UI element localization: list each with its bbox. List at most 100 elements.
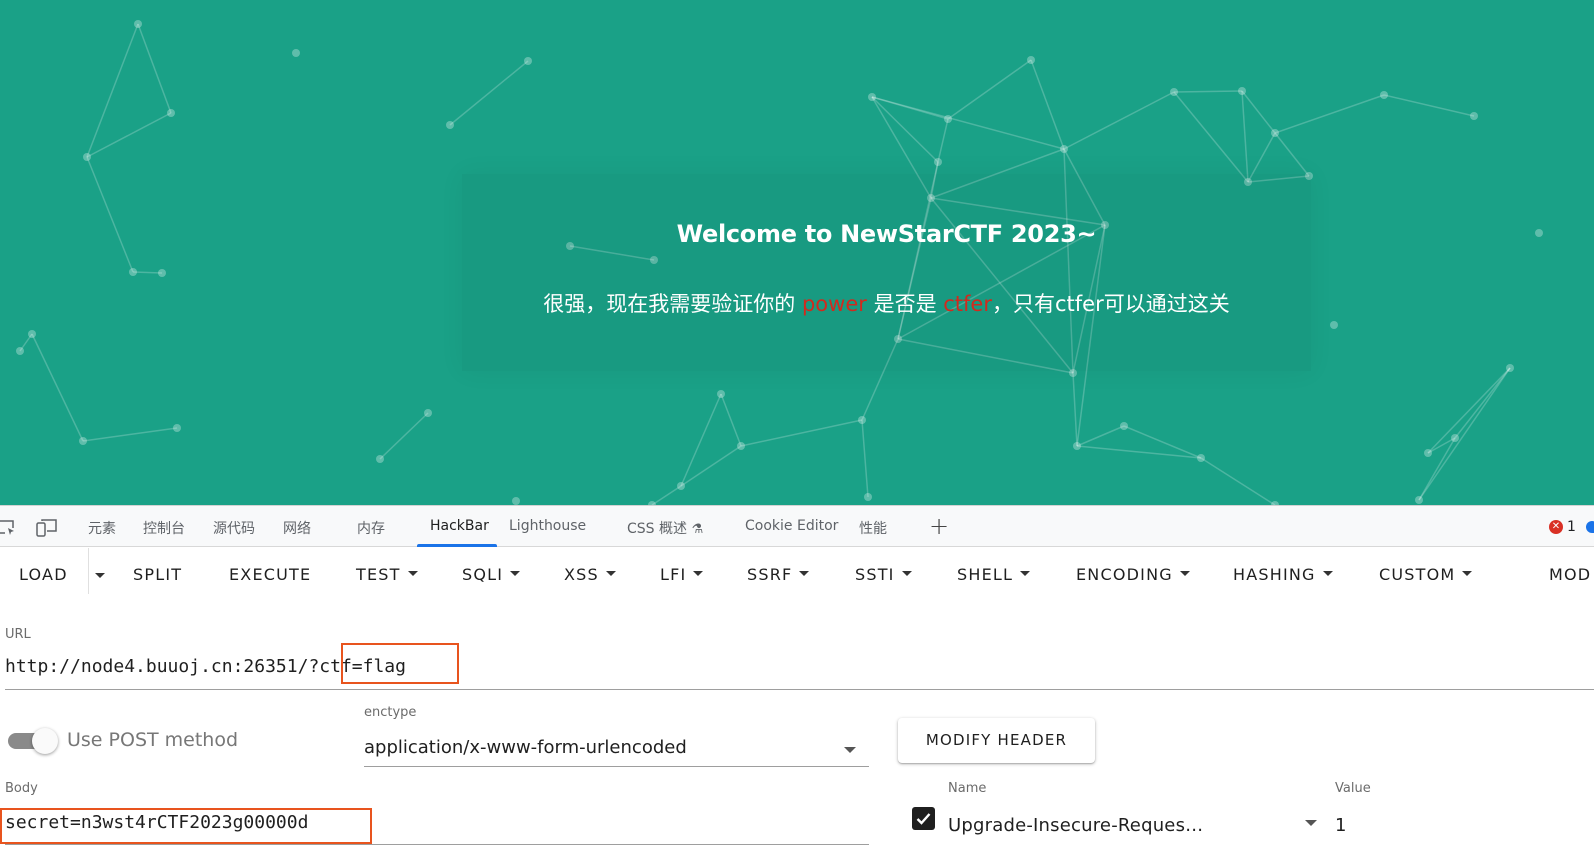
dropdown-caret-icon	[1305, 820, 1317, 826]
divider	[88, 548, 89, 594]
test-menu-button[interactable]: TEST	[356, 565, 418, 584]
caret-down-icon	[1462, 571, 1473, 576]
tab-lighthouse[interactable]: Lighthouse	[509, 518, 586, 534]
network-node	[524, 57, 532, 65]
header-value-input[interactable]: 1	[1335, 815, 1346, 836]
network-link	[1383, 94, 1475, 117]
enctype-underline	[364, 766, 869, 767]
active-tab-indicator	[417, 544, 497, 547]
toggle-thumb	[32, 728, 58, 754]
mode-menu-button[interactable]: MOD	[1549, 565, 1591, 584]
caret-down-icon	[901, 571, 912, 576]
welcome-title: Welcome to NewStarCTF 2023~	[676, 220, 1097, 248]
error-icon: ✕	[1549, 520, 1563, 534]
network-node	[868, 93, 876, 101]
split-button[interactable]: SPLIT	[133, 565, 182, 584]
network-node	[134, 20, 142, 28]
network-link	[651, 485, 682, 505]
caret-down-icon	[693, 571, 704, 576]
use-post-toggle[interactable]	[8, 726, 58, 756]
ctfer-highlight: ctfer	[943, 292, 992, 316]
tab-performance[interactable]: 性能	[859, 518, 887, 538]
add-tab-plus-icon[interactable]: +	[929, 512, 949, 540]
body-annotation-box	[0, 808, 372, 844]
network-node	[446, 121, 454, 129]
modify-header-button[interactable]: MODIFY HEADER	[898, 718, 1095, 763]
load-button[interactable]: LOAD	[19, 565, 68, 584]
shell-menu-button[interactable]: SHELL	[957, 565, 1031, 584]
network-node	[1424, 449, 1432, 457]
network-node	[512, 497, 520, 505]
tab-console[interactable]: 控制台	[143, 518, 185, 538]
network-link	[86, 112, 172, 158]
messages-icon[interactable]	[1586, 521, 1594, 533]
error-counter[interactable]: ✕ 1	[1549, 519, 1576, 535]
header-name-label: Name	[948, 781, 987, 796]
ssrf-label: SSRF	[747, 565, 793, 584]
network-node	[1073, 442, 1081, 450]
tab-network[interactable]: 网络	[283, 518, 311, 538]
network-node	[1470, 112, 1478, 120]
network-link	[449, 60, 529, 126]
tab-cookie-editor[interactable]: Cookie Editor	[745, 518, 838, 534]
custom-menu-button[interactable]: CUSTOM	[1379, 565, 1473, 584]
enctype-select[interactable]: application/x-www-form-urlencoded	[364, 735, 869, 767]
ssti-menu-button[interactable]: SSTI	[855, 565, 912, 584]
network-link	[720, 393, 742, 447]
caret-down-icon	[510, 571, 521, 576]
inspect-icon[interactable]	[0, 519, 17, 541]
header-enabled-checkbox[interactable]	[912, 807, 935, 830]
network-node	[1506, 364, 1514, 372]
encoding-menu-button[interactable]: ENCODING	[1076, 565, 1190, 584]
tab-sources[interactable]: 源代码	[213, 518, 255, 538]
network-node	[16, 347, 24, 355]
caret-down-icon	[605, 571, 616, 576]
sqli-label: SQLI	[462, 565, 504, 584]
network-node	[1415, 496, 1423, 504]
network-link	[1454, 367, 1511, 439]
caret-down-icon	[799, 571, 810, 576]
sqli-menu-button[interactable]: SQLI	[462, 565, 521, 584]
network-link	[82, 427, 178, 442]
network-link	[1076, 445, 1202, 459]
error-count: 1	[1567, 519, 1576, 535]
tab-hackbar[interactable]: HackBar	[430, 518, 489, 534]
lfi-label: LFI	[660, 565, 687, 584]
network-link	[1418, 367, 1511, 501]
tab-memory[interactable]: 内存	[357, 518, 385, 538]
hackbar-toolbar: LOAD SPLIT EXECUTE TEST SQLI XSS LFI SSR…	[0, 548, 1594, 602]
xss-menu-button[interactable]: XSS	[564, 565, 616, 584]
ssrf-menu-button[interactable]: SSRF	[747, 565, 810, 584]
welcome-message: 很强，现在我需要验证你的 power 是否是 ctfer，只有ctfer可以通过…	[462, 288, 1311, 318]
load-options-caret-icon[interactable]	[95, 573, 105, 578]
tab-css-overview[interactable]: CSS 概述 ⚗	[627, 518, 703, 538]
network-node	[83, 153, 91, 161]
network-node	[864, 493, 872, 501]
tab-elements[interactable]: 元素	[88, 518, 116, 538]
url-label: URL	[5, 627, 31, 642]
devtools-tab-strip: 元素 控制台 源代码 网络 内存 HackBar Lighthouse CSS …	[0, 505, 1594, 547]
network-link	[132, 271, 163, 274]
execute-button[interactable]: EXECUTE	[229, 565, 311, 584]
network-node	[79, 437, 87, 445]
header-name-select[interactable]: Upgrade-Insecure-Reques…	[948, 808, 1328, 846]
lfi-menu-button[interactable]: LFI	[660, 565, 704, 584]
network-node	[1120, 422, 1128, 430]
network-link	[1274, 94, 1385, 134]
network-link	[1427, 367, 1511, 454]
network-link	[86, 23, 139, 158]
device-toolbar-icon[interactable]	[36, 518, 58, 542]
network-link	[1072, 372, 1078, 447]
checkmark-icon	[916, 813, 931, 825]
url-base-text: http://node4.buuoj.cn:26351/	[5, 656, 309, 677]
enctype-value: application/x-www-form-urlencoded	[364, 737, 687, 758]
caret-down-icon	[1020, 571, 1031, 576]
network-node	[173, 424, 181, 432]
tab-css-overview-label: CSS 概述	[627, 521, 687, 537]
url-underline	[5, 689, 1594, 690]
test-label: TEST	[356, 565, 401, 584]
hashing-menu-button[interactable]: HASHING	[1233, 565, 1333, 584]
network-link	[1241, 90, 1249, 183]
body-underline	[5, 844, 869, 845]
network-node	[1197, 454, 1205, 462]
